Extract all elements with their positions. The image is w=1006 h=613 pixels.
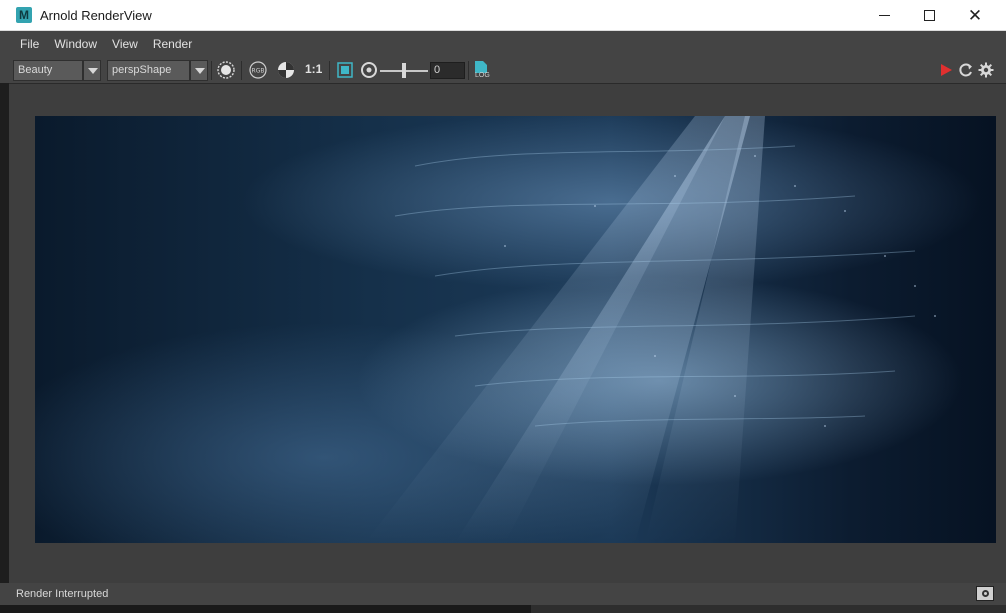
play-render-icon[interactable] <box>937 61 955 79</box>
toolbar-divider <box>241 61 242 80</box>
camera-dropdown-arrow-icon[interactable] <box>190 60 208 81</box>
log-label: LOG <box>475 72 490 79</box>
status-bar: Render Interrupted <box>0 583 1006 605</box>
gear-icon[interactable] <box>977 61 995 79</box>
menu-render[interactable]: Render <box>153 37 192 51</box>
minimize-icon <box>878 15 890 16</box>
window-title: Arnold RenderView <box>40 7 152 23</box>
snapshot-button[interactable] <box>976 586 994 601</box>
menu-window[interactable]: Window <box>54 37 97 51</box>
aov-select[interactable]: Beauty <box>13 60 83 81</box>
aov-dropdown-arrow-icon[interactable] <box>83 60 101 81</box>
exposure-value-field[interactable]: 0 <box>430 62 465 79</box>
maximize-icon <box>923 10 935 21</box>
minimize-button[interactable] <box>861 0 907 31</box>
snapshot-icon <box>982 590 989 597</box>
close-button[interactable]: ✕ <box>952 0 998 31</box>
bottom-strip-right <box>531 605 1006 613</box>
status-text: Render Interrupted <box>16 588 109 600</box>
zoom-1-1-button[interactable]: 1:1 <box>305 62 322 76</box>
menu-view[interactable]: View <box>112 37 138 51</box>
maximize-button[interactable] <box>906 0 952 31</box>
camera-select[interactable]: perspShape <box>107 60 190 81</box>
crop-region-icon[interactable] <box>336 61 354 79</box>
menu-file[interactable]: File <box>20 37 39 51</box>
render-viewport[interactable] <box>9 83 1006 583</box>
maya-app-icon: M <box>16 7 32 23</box>
exposure-icon[interactable] <box>360 61 378 79</box>
light-rays <box>365 116 936 543</box>
svg-text:RGB: RGB <box>252 68 265 75</box>
toolbar: Beauty perspShape RGB 1:1 0 LOG <box>0 57 1006 83</box>
sphere-icon[interactable] <box>217 61 235 79</box>
title-bar: M Arnold RenderView ✕ <box>0 0 1006 31</box>
menu-bar: File Window View Render <box>0 31 1006 57</box>
render-image <box>35 116 996 543</box>
toolbar-divider <box>211 61 212 80</box>
toolbar-divider <box>468 61 469 80</box>
toolbar-divider <box>329 61 330 80</box>
rgb-channel-icon[interactable]: RGB <box>249 61 267 79</box>
exposure-slider-handle[interactable] <box>402 63 406 78</box>
close-icon: ✕ <box>967 6 983 25</box>
refresh-icon[interactable] <box>957 61 975 79</box>
checker-icon[interactable] <box>277 61 295 79</box>
